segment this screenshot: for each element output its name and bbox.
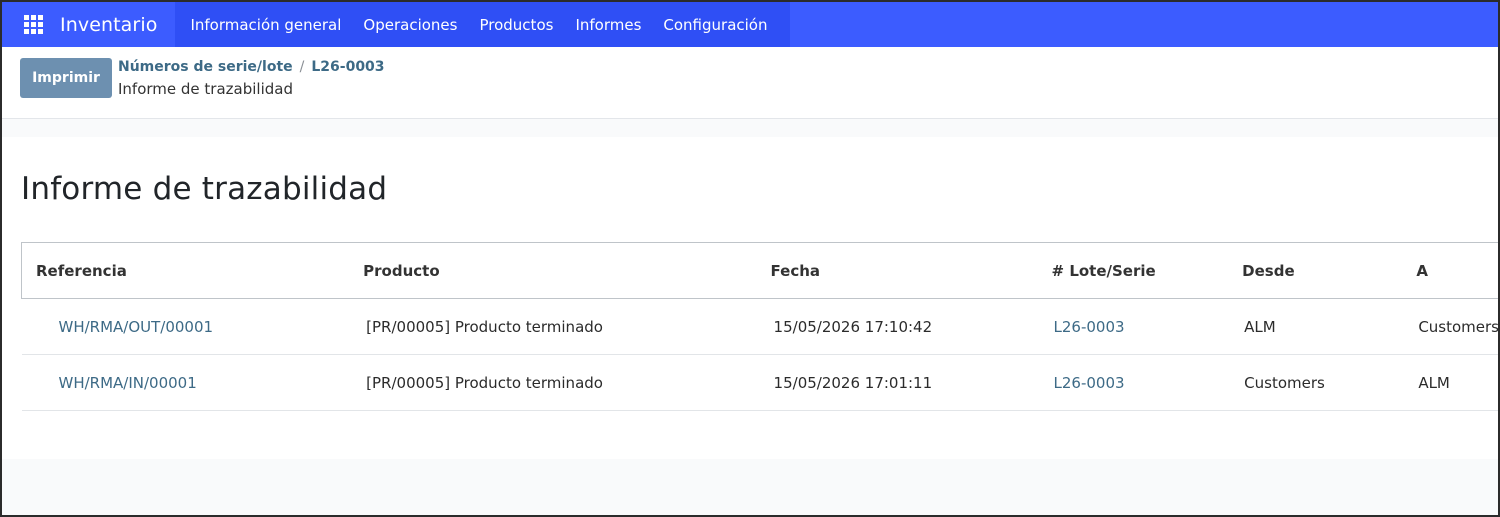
page-title: Informe de trazabilidad [21,171,388,207]
column-header-referencia: Referencia [21,242,350,299]
column-header-desde: Desde [1228,242,1403,299]
breadcrumb-separator: / [299,59,305,75]
table-row: WH/RMA/IN/00001 [PR/00005] Producto term… [21,354,1498,411]
table-row: WH/RMA/OUT/00001 [PR/00005] Producto ter… [21,298,1498,355]
breadcrumb-lot-link[interactable]: L26-0003 [311,59,384,75]
menu-item-operaciones[interactable]: Operaciones [363,16,457,34]
menu-item-informacion-general[interactable]: Información general [190,16,341,34]
app-name[interactable]: Inventario [60,14,157,36]
control-panel: Imprimir Números de serie/lote / L26-0003 … [2,47,1498,119]
column-header-fecha: Fecha [756,242,1041,299]
breadcrumb: Números de serie/lote / L26-0003 [118,59,385,75]
menu-item-configuracion[interactable]: Configuración [663,16,767,34]
from-location-cell: ALM [1228,298,1403,355]
breadcrumb-lots-link[interactable]: Números de serie/lote [118,59,293,75]
from-location-cell: Customers [1228,354,1403,411]
main-menu: Información general Operaciones Producto… [175,2,791,47]
column-header-lote-serie: # Lote/Serie [1040,242,1229,299]
column-header-a: A [1402,242,1498,299]
grid-apps-icon[interactable] [24,14,44,35]
date-cell: 15/05/2026 17:10:42 [756,298,1041,355]
to-location-cell: Customers [1402,298,1498,355]
lot-link[interactable]: L26-0003 [1054,374,1125,392]
product-cell: [PR/00005] Producto terminado [349,298,757,355]
top-navbar: Inventario Información general Operacion… [2,2,1498,47]
menu-item-productos[interactable]: Productos [479,16,553,34]
report-content: Informe de trazabilidad Referencia Produ… [2,137,1498,459]
menu-item-informes[interactable]: Informes [575,16,641,34]
table-header-row: Referencia Producto Fecha # Lote/Serie D… [21,242,1498,299]
reference-link[interactable]: WH/RMA/IN/00001 [59,374,197,392]
column-header-producto: Producto [349,242,757,299]
print-button[interactable]: Imprimir [20,58,112,98]
lot-link[interactable]: L26-0003 [1054,318,1125,336]
product-cell: [PR/00005] Producto terminado [349,354,757,411]
to-location-cell: ALM [1402,354,1498,411]
breadcrumb-subtitle: Informe de trazabilidad [118,80,293,98]
date-cell: 15/05/2026 17:01:11 [756,354,1041,411]
app-window: Inventario Información general Operacion… [0,0,1500,517]
traceability-table: Referencia Producto Fecha # Lote/Serie D… [21,242,1498,411]
reference-link[interactable]: WH/RMA/OUT/00001 [59,318,214,336]
